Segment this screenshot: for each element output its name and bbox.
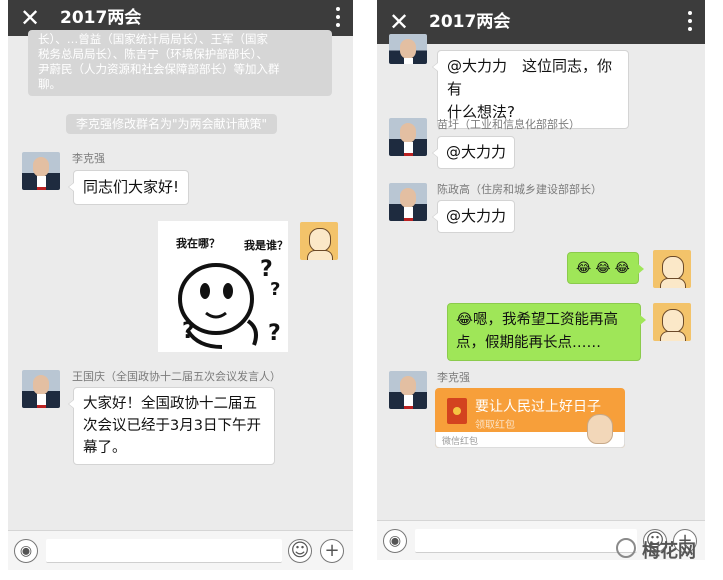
- my-avatar[interactable]: [653, 250, 691, 288]
- red-packet-icon: [447, 398, 467, 424]
- message-bubble[interactable]: 同志们大家好!: [67, 170, 190, 205]
- left-chat-screen: ✕ 2017两会 长）、…曾益（国家统计局局长）、王军（国家 税务总局局长）、陈…: [8, 0, 353, 570]
- sender-name: 陈政高（住房和城乡建设部部长）: [437, 183, 602, 196]
- system-rename-notice: 李克强修改群名为"为两会献计献策": [66, 114, 278, 134]
- message-line: 点，假期能再长点……: [456, 335, 601, 351]
- sender-name: 李克强: [72, 152, 105, 165]
- message-input[interactable]: [46, 539, 282, 563]
- my-avatar[interactable]: [653, 303, 691, 341]
- message-line: 😂嗯，我希望工资能再高: [456, 312, 618, 328]
- more-vertical-icon[interactable]: [335, 5, 341, 31]
- red-packet-title: 要让人民过上好日子: [475, 399, 601, 415]
- close-icon[interactable]: ✕: [20, 3, 40, 33]
- plus-icon[interactable]: +: [320, 539, 344, 563]
- message-line: @大力力 这位同志，你有: [447, 57, 613, 98]
- notice-line: 税务总局局长）、陈吉宁（环境保护部部长）、: [38, 47, 268, 61]
- watermark-text: 梅花网: [642, 541, 696, 562]
- notice-line: 长）、…曾益（国家统计局局长）、王军（国家: [38, 32, 268, 46]
- message-bubble[interactable]: 😂嗯，我希望工资能再高 点，假期能再长点……: [447, 303, 646, 361]
- message-bubble[interactable]: @大力力: [431, 136, 516, 169]
- avatar[interactable]: [389, 183, 427, 221]
- avatar[interactable]: [22, 370, 60, 408]
- question-mark: ?: [268, 321, 281, 346]
- avatar[interactable]: [389, 34, 427, 64]
- notice-line: 聊。: [38, 77, 61, 91]
- close-icon[interactable]: ✕: [389, 7, 409, 37]
- avatar[interactable]: [22, 152, 60, 190]
- message-input[interactable]: [415, 529, 637, 553]
- message-line: 大家好！全国政协十二届五: [83, 396, 257, 412]
- input-bar: ◉ ☺ +: [8, 530, 353, 570]
- sticker-caption: 我在哪？: [176, 237, 220, 250]
- sticker-image[interactable]: 我在哪？ 我是谁？ ? ? ? ?: [158, 221, 288, 352]
- more-vertical-icon[interactable]: [687, 9, 693, 35]
- sticker-caption: 我是谁？: [244, 239, 288, 252]
- sender-name: 李克强: [437, 371, 470, 384]
- chat-title: 2017两会: [429, 12, 511, 32]
- chat-title: 2017两会: [60, 8, 142, 28]
- red-packet-footer-label: 微信红包: [442, 437, 479, 447]
- red-packet-subtitle: 领取红包: [475, 420, 515, 431]
- avatar[interactable]: [389, 118, 427, 156]
- right-chat-screen: ✕ 2017两会 @大力力 这位同志，你有 什么想法? 苗圩（工业和信息化部部长…: [377, 0, 705, 560]
- message-line: 次会议已经于3月3日下午开: [83, 418, 261, 434]
- watermark: 梅花网: [616, 536, 718, 562]
- avatar[interactable]: [389, 371, 427, 409]
- sender-name: 苗圩（工业和信息化部部长）: [437, 118, 580, 131]
- message-bubble[interactable]: @大力力: [431, 200, 516, 233]
- system-join-notice: 长）、…曾益（国家统计局局长）、王军（国家 税务总局局长）、陈吉宁（环境保护部部…: [28, 30, 332, 96]
- emoji-icon[interactable]: ☺: [288, 539, 312, 563]
- voice-icon[interactable]: ◉: [383, 529, 407, 553]
- question-mark: ?: [182, 319, 195, 344]
- message-bubble[interactable]: 大家好！全国政协十二届五 次会议已经于3月3日下午开 幕了。: [68, 387, 275, 465]
- message-line: 幕了。: [83, 440, 127, 456]
- voice-icon[interactable]: ◉: [14, 539, 38, 563]
- sender-name: 王国庆（全国政协十二届五次会议发言人）: [72, 370, 281, 383]
- question-mark: ?: [270, 279, 281, 300]
- wechat-logo-icon: [616, 538, 636, 558]
- notice-line: 尹蔚民（人力资源和社会保障部部长）等加入群: [38, 62, 280, 76]
- pointing-hand-icon: [587, 414, 613, 444]
- message-bubble[interactable]: 😂 😂 😂: [567, 252, 644, 284]
- my-avatar[interactable]: [300, 222, 338, 260]
